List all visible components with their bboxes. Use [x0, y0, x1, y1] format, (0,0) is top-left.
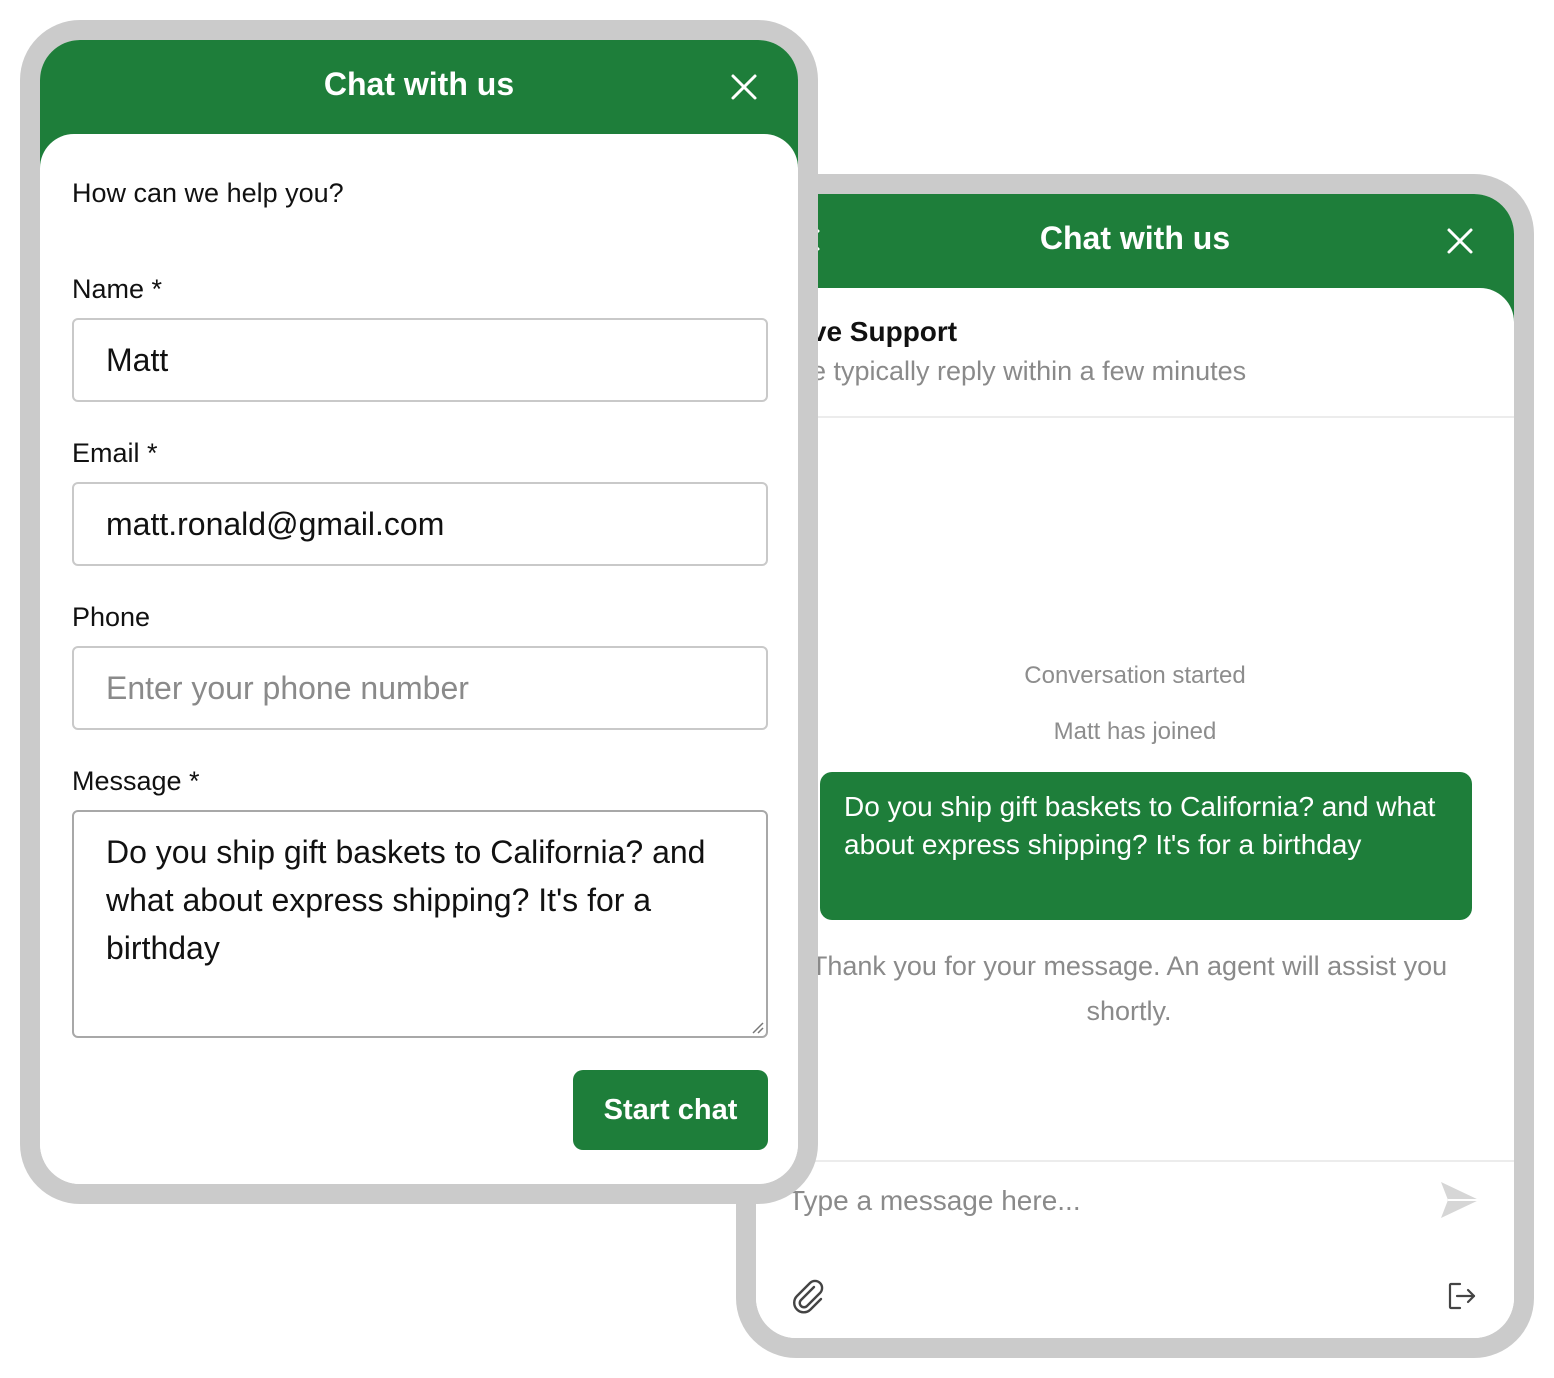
- message-field[interactable]: Do you ship gift baskets to California? …: [72, 810, 768, 1038]
- message-input[interactable]: [788, 1176, 1408, 1226]
- auto-reply-message: Thank you for your message. An agent wil…: [810, 951, 1448, 1026]
- system-message: Matt has joined: [1053, 718, 1217, 745]
- close-icon[interactable]: [730, 73, 758, 101]
- composer-divider: [756, 1160, 1514, 1162]
- close-icon[interactable]: [1446, 227, 1474, 255]
- header-divider: [756, 416, 1514, 418]
- email-field[interactable]: [72, 482, 768, 566]
- send-icon[interactable]: [1438, 1178, 1482, 1222]
- conversation-body: Live Support We typically reply within a…: [756, 288, 1514, 1338]
- agent-subtitle: We typically reply within a few minutes: [786, 356, 1247, 386]
- paperclip-icon[interactable]: [790, 1278, 826, 1314]
- message-label: Message *: [72, 766, 200, 796]
- exit-icon[interactable]: [1446, 1280, 1478, 1312]
- start-chat-button[interactable]: Start chat: [573, 1070, 768, 1150]
- phone-field[interactable]: [72, 646, 768, 730]
- prechat-title: Chat with us: [323, 66, 515, 102]
- prechat-form: How can we help you? Name * Email * Phon…: [40, 134, 798, 1184]
- phone-label: Phone: [72, 602, 151, 632]
- conversation-widget: Chat with us Live Support We typically r…: [756, 194, 1514, 1338]
- user-message-bubble: Do you ship gift baskets to California? …: [820, 772, 1472, 920]
- prechat-widget: Chat with us How can we help you? Name *…: [40, 40, 798, 1184]
- conversation-title: Chat with us: [1039, 220, 1231, 256]
- system-message: Conversation started: [1024, 662, 1246, 689]
- name-field[interactable]: [72, 318, 768, 402]
- email-label: Email *: [72, 438, 158, 468]
- name-label: Name *: [72, 274, 163, 304]
- form-intro: How can we help you?: [72, 178, 344, 208]
